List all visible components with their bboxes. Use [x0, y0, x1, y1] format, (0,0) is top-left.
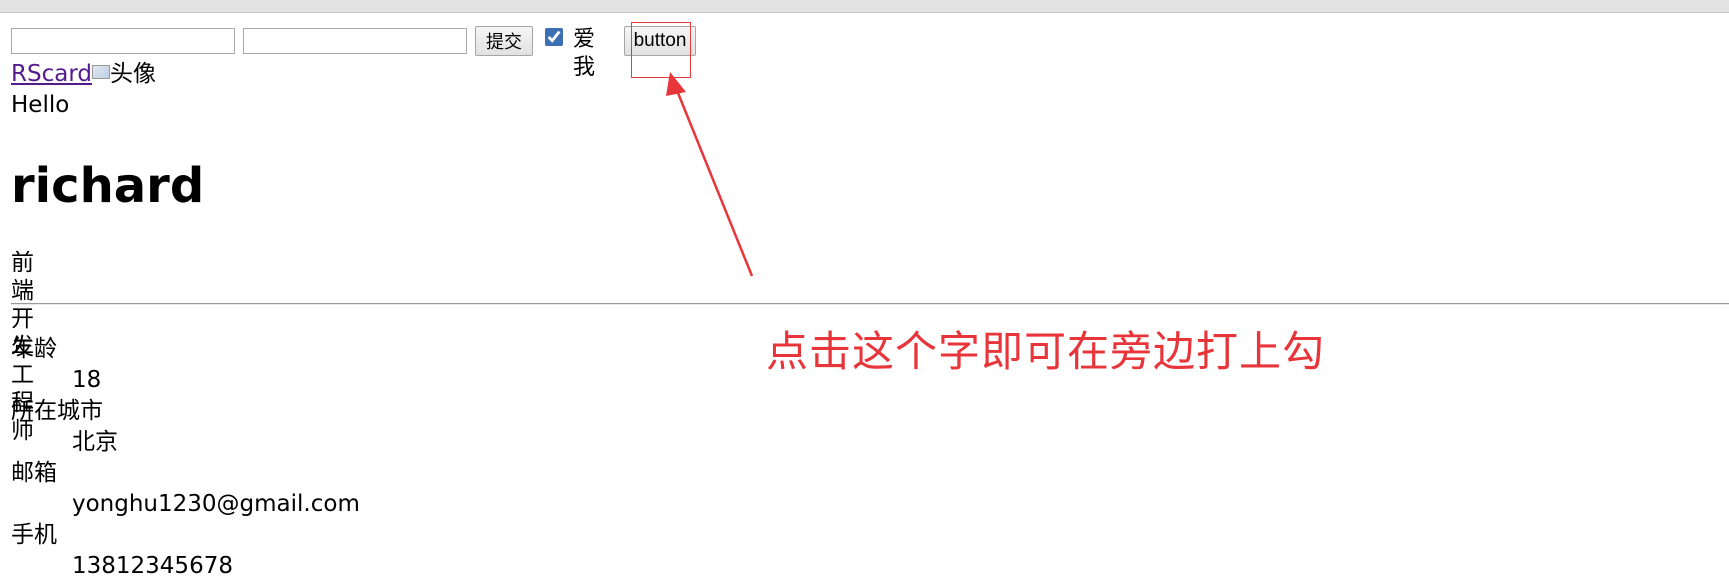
avatar: 头像 — [91, 60, 156, 88]
divider — [11, 303, 1729, 305]
broken-image-icon — [91, 65, 110, 79]
text-input-2[interactable] — [243, 28, 467, 54]
greeting-text: Hello — [11, 92, 70, 118]
info-list: 年龄 18 所在城市 北京 邮箱 yonghu1230@gmail.com 手机… — [11, 334, 360, 582]
arrow-shaft — [674, 87, 754, 277]
rscard-link[interactable]: RScard — [11, 61, 92, 87]
love-me-checkbox-label[interactable]: 爱我 — [573, 26, 595, 82]
text-input-1[interactable] — [11, 28, 235, 54]
love-me-checkbox[interactable] — [545, 28, 563, 46]
info-label-email: 邮箱 — [11, 460, 57, 486]
info-value-phone: 13812345678 — [72, 553, 233, 579]
info-value-email: yonghu1230@gmail.com — [72, 491, 360, 517]
avatar-alt-text: 头像 — [109, 61, 156, 87]
info-value-age: 18 — [72, 367, 102, 393]
info-value-city: 北京 — [72, 429, 118, 455]
info-label-age: 年龄 — [11, 336, 57, 362]
browser-top-bar — [0, 0, 1729, 13]
profile-name-heading: richard — [11, 158, 205, 214]
info-label-city: 所在城市 — [11, 398, 103, 424]
info-label-phone: 手机 — [11, 522, 57, 548]
annotation-text: 点击这个字即可在旁边打上勾 — [766, 327, 1326, 376]
annotation-highlight-box — [631, 22, 691, 78]
submit-button[interactable]: 提交 — [475, 26, 533, 56]
link-line: RScard 头像 — [11, 60, 156, 88]
